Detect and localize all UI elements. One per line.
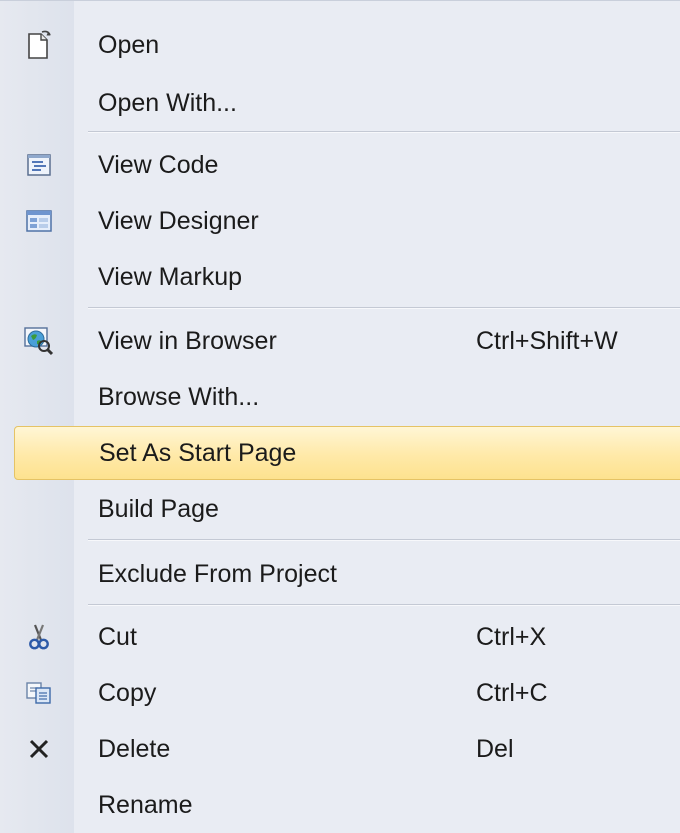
menu-item-label: Open With... [98, 88, 237, 117]
view-code-icon [24, 150, 54, 180]
menu-item-label: View Designer [98, 206, 259, 235]
menu-item-view-in-browser[interactable]: View in Browser Ctrl+Shift+W [0, 317, 680, 365]
menu-item-label: View Markup [98, 262, 243, 291]
menu-separator [88, 604, 680, 606]
delete-icon [24, 734, 54, 764]
menu-item-view-designer[interactable]: View Designer [0, 197, 680, 245]
menu-item-open-with[interactable]: Open With... [0, 79, 680, 127]
menu-item-view-code[interactable]: View Code [0, 141, 680, 189]
menu-item-label: View Code [98, 150, 219, 179]
menu-item-label: Rename [98, 790, 193, 819]
shortcut-text: Ctrl+C [476, 678, 548, 707]
shortcut-text: Ctrl+Shift+W [476, 326, 618, 355]
view-designer-icon [24, 206, 54, 236]
menu-separator [88, 131, 680, 133]
menu-item-cut[interactable]: Cut Ctrl+X [0, 613, 680, 661]
copy-icon [24, 678, 54, 708]
menu-item-view-markup[interactable]: View Markup [0, 253, 680, 301]
menu-item-delete[interactable]: Delete Del [0, 725, 680, 773]
menu-item-label: Set As Start Page [99, 438, 297, 467]
menu-item-set-as-start-page[interactable]: Set As Start Page [14, 426, 680, 480]
menu-item-build-page[interactable]: Build Page [0, 485, 680, 533]
browser-icon [24, 326, 54, 356]
menu-item-copy[interactable]: Copy Ctrl+C [0, 669, 680, 717]
scissors-icon [24, 622, 54, 652]
menu-item-exclude-from-project[interactable]: Exclude From Project [0, 549, 680, 599]
context-menu: Open Open With... View Code View Designe… [0, 0, 680, 833]
shortcut-text: Ctrl+X [476, 622, 547, 651]
menu-item-label: Browse With... [98, 382, 260, 411]
menu-item-rename[interactable]: Rename [0, 781, 680, 829]
menu-item-label: Delete [98, 734, 171, 763]
menu-item-label: Open [98, 30, 160, 59]
menu-item-open[interactable]: Open [0, 21, 680, 69]
menu-item-label: View in Browser [98, 326, 277, 355]
menu-item-label: Build Page [98, 494, 219, 523]
menu-item-label: Cut [98, 622, 137, 651]
menu-item-browse-with[interactable]: Browse With... [0, 373, 680, 421]
open-file-icon [24, 30, 54, 60]
menu-separator [88, 539, 680, 541]
menu-item-label: Exclude From Project [98, 559, 337, 588]
shortcut-text: Del [476, 734, 514, 763]
menu-separator [88, 307, 680, 309]
menu-item-label: Copy [98, 678, 157, 707]
